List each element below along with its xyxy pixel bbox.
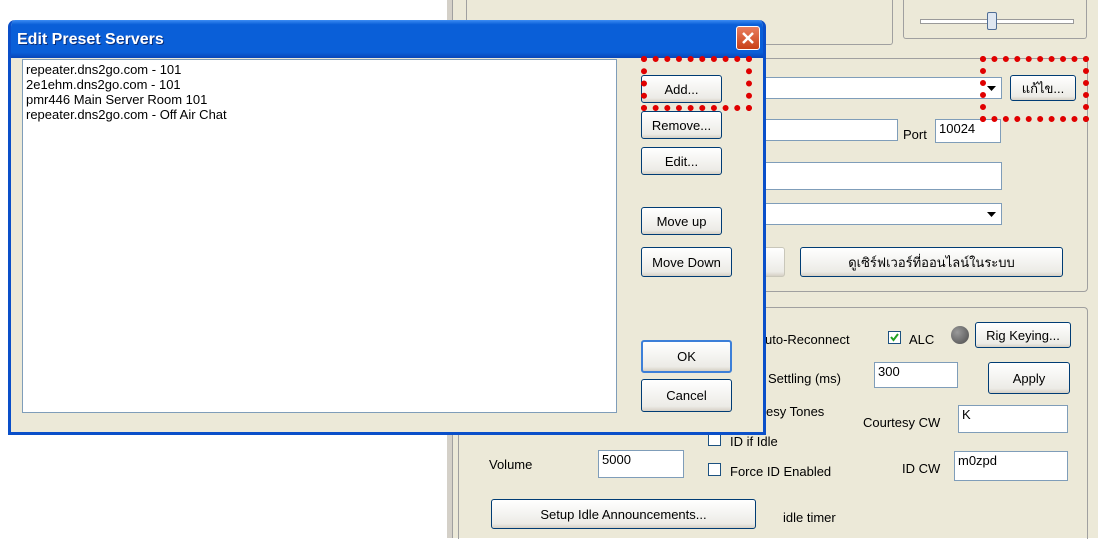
volume-field[interactable]: 5000 bbox=[598, 450, 684, 478]
volume-label: Volume bbox=[489, 457, 533, 472]
id-cw-label: ID CW bbox=[902, 461, 941, 476]
list-item[interactable]: pmr446 Main Server Room 101 bbox=[26, 92, 613, 107]
settling-label: Settling (ms) bbox=[768, 371, 841, 386]
apply-button[interactable]: Apply bbox=[988, 362, 1070, 394]
close-icon bbox=[742, 32, 754, 44]
view-online-servers-button[interactable]: ดูเซิร์ฟเวอร์ที่ออนไลน์ในระบบ bbox=[800, 247, 1063, 277]
move-down-button[interactable]: Move Down bbox=[641, 247, 732, 277]
ok-button[interactable]: OK bbox=[641, 340, 732, 373]
edit-button[interactable]: Edit... bbox=[641, 147, 722, 175]
alc-label: ALC bbox=[909, 332, 935, 347]
id-cw-field[interactable]: m0zpd bbox=[954, 451, 1068, 481]
list-item[interactable]: repeater.dns2go.com - Off Air Chat bbox=[26, 107, 613, 122]
rig-keying-button[interactable]: Rig Keying... bbox=[975, 322, 1071, 348]
edit-preset-button-highlight bbox=[980, 56, 1089, 122]
force-id-checkbox[interactable] bbox=[708, 463, 721, 476]
port-field[interactable]: 10024 bbox=[935, 119, 1001, 143]
list-item[interactable]: 2e1ehm.dns2go.com - 101 bbox=[26, 77, 613, 92]
add-button-highlight bbox=[641, 56, 752, 111]
auto-reconnect-label: uto-Reconnect bbox=[765, 332, 850, 347]
alc-checkbox[interactable] bbox=[888, 331, 901, 344]
move-up-button[interactable]: Move up bbox=[641, 207, 722, 235]
courtesy-tones-label: esy Tones bbox=[766, 404, 825, 419]
force-id-label: Force ID Enabled bbox=[730, 464, 832, 479]
close-button[interactable] bbox=[736, 26, 760, 50]
slider-track bbox=[920, 19, 1074, 24]
port-label: Port bbox=[903, 127, 927, 142]
chevron-down-icon[interactable] bbox=[983, 205, 1000, 223]
settling-field[interactable]: 300 bbox=[874, 362, 958, 388]
idle-timer-label: idle timer bbox=[783, 510, 836, 525]
list-item[interactable]: repeater.dns2go.com - 101 bbox=[26, 62, 613, 77]
cancel-button[interactable]: Cancel bbox=[641, 379, 732, 412]
server-list[interactable]: repeater.dns2go.com - 101 2e1ehm.dns2go.… bbox=[22, 59, 617, 413]
courtesy-cw-field[interactable]: K bbox=[958, 405, 1068, 433]
check-icon bbox=[890, 333, 899, 342]
id-if-idle-label: ID if Idle bbox=[730, 434, 778, 449]
status-led-icon bbox=[951, 326, 969, 344]
courtesy-cw-label: Courtesy CW bbox=[863, 415, 941, 430]
dialog-title: Edit Preset Servers bbox=[17, 31, 164, 48]
remove-button[interactable]: Remove... bbox=[641, 111, 722, 139]
slider-thumb[interactable] bbox=[987, 12, 997, 30]
setup-idle-announcements-button[interactable]: Setup Idle Announcements... bbox=[491, 499, 756, 529]
